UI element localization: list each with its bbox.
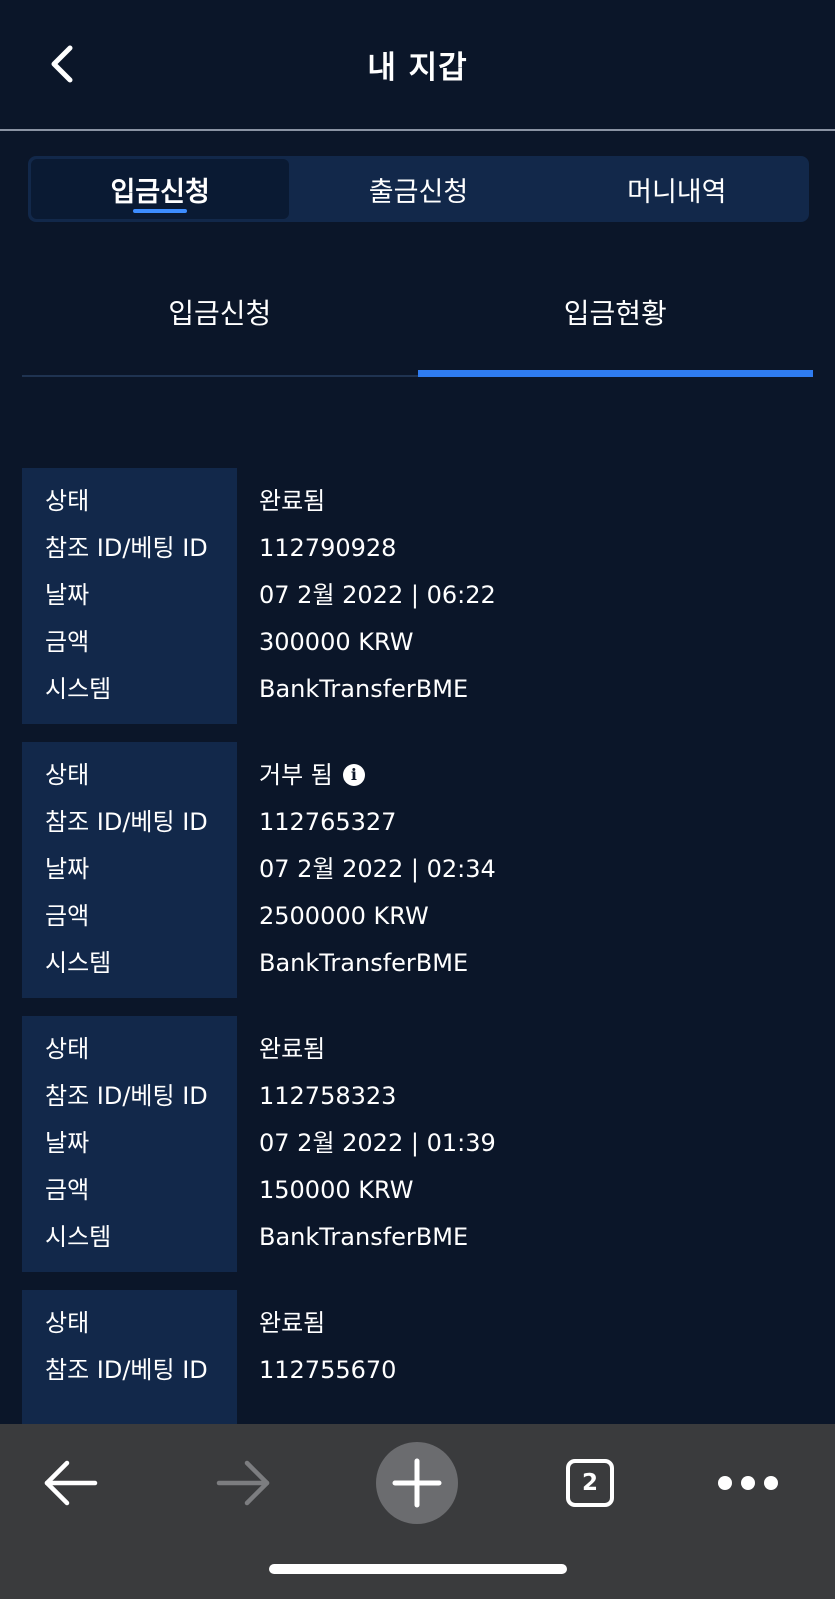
main-tab-bar: 입금신청 출금신청 머니내역 bbox=[28, 156, 809, 222]
ref-id-row: 참조 ID/베팅 ID 112765327 bbox=[22, 799, 813, 845]
system-row: 시스템 BankTransferBME bbox=[22, 940, 813, 986]
amount-value: 150000 KRW bbox=[259, 1176, 414, 1204]
status-row: 상태 완료됨 bbox=[22, 478, 813, 524]
amount-label: 금액 bbox=[45, 1176, 90, 1204]
tab-count: 2 bbox=[581, 1470, 598, 1496]
system-label: 시스템 bbox=[45, 675, 112, 703]
tab-label: 입금신청 bbox=[110, 176, 210, 208]
page-title: 내 지갑 bbox=[367, 50, 468, 86]
system-value: BankTransferBME bbox=[259, 675, 469, 703]
status-value-group: 거부 됨 i bbox=[259, 752, 365, 798]
date-label: 날짜 bbox=[45, 855, 90, 883]
status-label: 상태 bbox=[45, 487, 90, 515]
more-dots-icon bbox=[718, 1476, 778, 1490]
app-header: 내 지갑 bbox=[0, 0, 835, 131]
system-value: BankTransferBME bbox=[259, 949, 469, 977]
tab-label: 머니내역 bbox=[627, 176, 727, 208]
subtab-deposit-request[interactable]: 입금신청 bbox=[22, 262, 418, 375]
date-row: 날짜 07 2월 2022 | 02:34 bbox=[22, 846, 813, 892]
status-label: 상태 bbox=[45, 1035, 90, 1063]
deposit-record: 상태 거부 됨 i 참조 ID/베팅 ID 112765327 날짜 07 2월… bbox=[22, 742, 813, 998]
status-label: 상태 bbox=[45, 1309, 90, 1337]
tab-money-history[interactable]: 머니내역 bbox=[548, 159, 806, 219]
status-row: 상태 완료됨 bbox=[22, 1026, 813, 1072]
home-indicator[interactable] bbox=[269, 1564, 567, 1574]
date-label: 날짜 bbox=[45, 1129, 90, 1157]
deposit-records-list: 상태 완료됨 참조 ID/베팅 ID 112790928 날짜 07 2월 20… bbox=[22, 468, 813, 1564]
browser-toolbar: 2 bbox=[0, 1424, 835, 1599]
date-row: 날짜 07 2월 2022 | 01:39 bbox=[22, 1120, 813, 1166]
subtab-deposit-status[interactable]: 입금현황 bbox=[417, 262, 813, 377]
deposit-record: 상태 완료됨 참조 ID/베팅 ID 112758323 날짜 07 2월 20… bbox=[22, 1016, 813, 1272]
tab-deposit-request[interactable]: 입금신청 bbox=[31, 159, 290, 219]
amount-row: 금액 2500000 KRW bbox=[22, 893, 813, 939]
status-label: 상태 bbox=[45, 761, 90, 789]
ref-id-row: 참조 ID/베팅 ID 112790928 bbox=[22, 525, 813, 571]
date-row: 날짜 07 2월 2022 | 06:22 bbox=[22, 572, 813, 618]
amount-label: 금액 bbox=[45, 628, 90, 656]
new-tab-button[interactable] bbox=[376, 1442, 458, 1524]
tabs-button[interactable]: 2 bbox=[548, 1441, 632, 1525]
ref-id-label: 참조 ID/베팅 ID bbox=[45, 1082, 208, 1110]
active-tab-indicator bbox=[133, 209, 188, 213]
subtab-label: 입금현황 bbox=[563, 297, 667, 330]
browser-forward-button[interactable] bbox=[201, 1441, 285, 1525]
status-value: 완료됨 bbox=[259, 1309, 326, 1337]
status-row: 상태 완료됨 bbox=[22, 1300, 813, 1346]
date-value: 07 2월 2022 | 02:34 bbox=[259, 855, 496, 883]
ref-id-value: 112755670 bbox=[259, 1356, 397, 1384]
ref-id-row: 참조 ID/베팅 ID 112758323 bbox=[22, 1073, 813, 1119]
subtab-label: 입금신청 bbox=[168, 297, 272, 330]
amount-row: 금액 150000 KRW bbox=[22, 1167, 813, 1213]
tab-withdraw-request[interactable]: 출금신청 bbox=[289, 159, 547, 219]
system-row: 시스템 BankTransferBME bbox=[22, 666, 813, 712]
active-subtab-indicator bbox=[417, 370, 813, 377]
ref-id-value: 112758323 bbox=[259, 1082, 397, 1110]
deposit-record: 상태 완료됨 참조 ID/베팅 ID 112790928 날짜 07 2월 20… bbox=[22, 468, 813, 724]
sub-tab-bar: 입금신청 입금현황 bbox=[22, 262, 813, 377]
system-row: 시스템 BankTransferBME bbox=[22, 1214, 813, 1260]
ref-id-row: 참조 ID/베팅 ID 112755670 bbox=[22, 1347, 813, 1393]
tab-label: 출금신청 bbox=[368, 176, 469, 208]
more-menu-button[interactable] bbox=[706, 1441, 790, 1525]
ref-id-value: 112765327 bbox=[259, 808, 397, 836]
arrow-right-icon bbox=[216, 1460, 270, 1506]
amount-value: 2500000 KRW bbox=[259, 902, 429, 930]
status-value: 거부 됨 bbox=[259, 761, 333, 789]
info-icon[interactable]: i bbox=[342, 764, 365, 786]
tab-count-icon: 2 bbox=[566, 1459, 614, 1507]
status-value: 완료됨 bbox=[259, 1035, 326, 1063]
system-value: BankTransferBME bbox=[259, 1223, 469, 1251]
plus-icon bbox=[392, 1458, 442, 1508]
status-value: 완료됨 bbox=[259, 487, 326, 515]
status-row: 상태 거부 됨 i bbox=[22, 752, 813, 798]
amount-value: 300000 KRW bbox=[259, 628, 414, 656]
date-value: 07 2월 2022 | 06:22 bbox=[259, 581, 496, 609]
system-label: 시스템 bbox=[45, 949, 112, 977]
browser-back-button[interactable] bbox=[29, 1441, 113, 1525]
amount-row: 금액 300000 KRW bbox=[22, 619, 813, 665]
amount-label: 금액 bbox=[45, 902, 90, 930]
date-value: 07 2월 2022 | 01:39 bbox=[259, 1129, 496, 1157]
arrow-left-icon bbox=[44, 1460, 98, 1506]
ref-id-label: 참조 ID/베팅 ID bbox=[45, 534, 208, 562]
system-label: 시스템 bbox=[45, 1223, 112, 1251]
date-label: 날짜 bbox=[45, 581, 90, 609]
ref-id-value: 112790928 bbox=[259, 534, 397, 562]
ref-id-label: 참조 ID/베팅 ID bbox=[45, 808, 208, 836]
ref-id-label: 참조 ID/베팅 ID bbox=[45, 1356, 208, 1384]
